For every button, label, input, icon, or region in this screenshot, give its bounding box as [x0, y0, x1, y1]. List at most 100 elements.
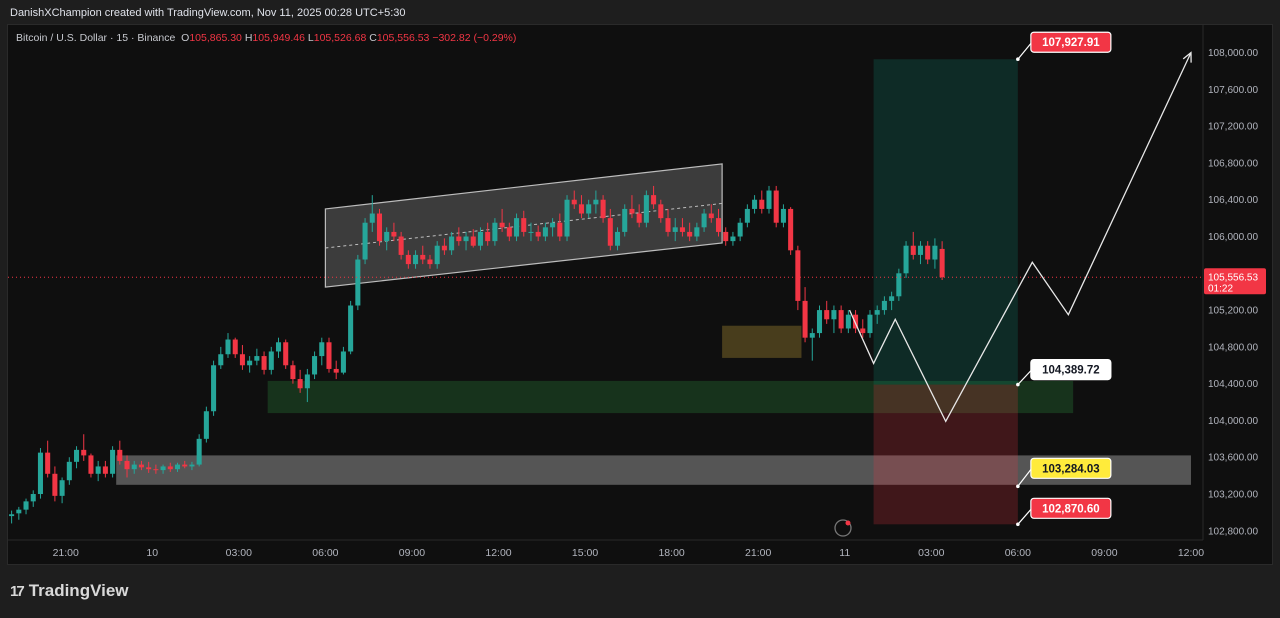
price-label-text: 107,927.91 [1042, 37, 1100, 49]
candle-body [110, 449, 116, 474]
price-label-connector [1017, 41, 1033, 60]
candle-body [658, 204, 664, 219]
candle-body [146, 467, 152, 470]
candle-body [470, 236, 476, 246]
candle-body [571, 199, 577, 205]
current-price-value: 105,556.53 [1208, 272, 1258, 283]
time-tick-label: 21:00 [745, 547, 771, 559]
candle-body [348, 305, 354, 352]
candle-body [102, 466, 108, 474]
candle-body [860, 328, 866, 334]
tradingview-brand[interactable]: 17 TradingView [10, 581, 129, 601]
candle-body [723, 231, 729, 242]
price-label-connector [1017, 507, 1033, 525]
candle-body [614, 231, 621, 246]
candle-body [124, 460, 130, 470]
candle-body [607, 218, 613, 246]
replay-alert-dot [845, 520, 851, 526]
candle-body [643, 195, 649, 223]
time-tick-label: 03:00 [226, 547, 252, 559]
current-price-countdown: 01:22 [1208, 283, 1233, 294]
candle-body [232, 339, 238, 355]
candle-body [874, 310, 880, 315]
time-tick-label: 10 [146, 547, 158, 559]
candle-body [514, 218, 520, 237]
candle-body [290, 365, 296, 380]
candle-body [189, 464, 195, 467]
time-tick-label: 03:00 [918, 547, 944, 559]
candle-body [196, 438, 202, 465]
price-label-text: 103,284.03 [1042, 463, 1100, 475]
price-tick-label: 102,800.00 [1208, 526, 1258, 537]
candle-body [167, 466, 173, 470]
price-tick-label: 107,200.00 [1208, 122, 1258, 133]
time-axis: 21:00 10 03:00 06:00 09:00 12:00 15:00 18:00 21:… [8, 539, 1204, 559]
candle-body [153, 469, 159, 471]
candle-body [254, 356, 260, 361]
candle-body [9, 514, 15, 517]
candle-body [355, 259, 361, 306]
candle-body [795, 250, 801, 301]
candle-body [37, 452, 43, 495]
price-tick-label: 105,200.00 [1208, 306, 1258, 317]
candle-body [788, 208, 794, 251]
candle-body [730, 236, 736, 242]
candle-body [88, 455, 94, 474]
candle-body [304, 374, 310, 389]
retest-box-brown [722, 325, 802, 358]
candle-body [384, 231, 390, 242]
price-label-text: 104,389.72 [1042, 365, 1100, 377]
price-tick-label: 104,800.00 [1208, 342, 1258, 353]
price-label-anchor [1016, 382, 1020, 387]
candle-body [600, 199, 606, 219]
candle-body [925, 245, 931, 260]
channel-bottom-highlight [325, 290, 332, 294]
candle-body [506, 227, 512, 237]
candle-body [52, 473, 58, 496]
price-labels-layer: 107,927.91 104,389.72 103,284.03 102,870.60 [1016, 31, 1112, 527]
candle-body [701, 213, 707, 228]
candle-body [903, 245, 909, 274]
candle-body [319, 342, 325, 357]
candle-body [917, 245, 924, 255]
candle-body [275, 342, 282, 352]
time-tick-label: 12:00 [1178, 547, 1204, 559]
candle-body [831, 310, 837, 320]
candle-body [405, 254, 411, 265]
candle-body [117, 449, 123, 461]
candle-body [66, 461, 72, 481]
candle-body [297, 379, 303, 389]
candle-body [239, 354, 245, 366]
price-chart[interactable]: 102,800.00 103,200.00 103,600.00 104,000.00… [0, 0, 1280, 618]
candle-body [182, 464, 188, 467]
candle-body [845, 314, 851, 329]
price-label-text: 102,870.60 [1042, 503, 1100, 515]
candle-body [211, 365, 217, 412]
candle-body [896, 273, 902, 297]
position-stop-area [873, 384, 1018, 525]
candle-body [766, 190, 772, 209]
price-label-anchor [1016, 522, 1020, 527]
candle-body [694, 227, 700, 237]
time-tick-label: 06:00 [1005, 547, 1031, 559]
candle-body [816, 310, 823, 334]
price-axis: 102,800.00 103,200.00 103,600.00 104,000.00… [1202, 25, 1266, 540]
candle-body [485, 231, 491, 242]
candle-body [586, 204, 592, 214]
candle-body [932, 245, 938, 260]
candle-body [780, 208, 786, 223]
close-value: 105,556.53 [376, 32, 430, 44]
candle-body [340, 351, 346, 373]
candle-body [174, 464, 181, 470]
price-tick-label: 106,000.00 [1208, 232, 1258, 243]
symbol-legend[interactable]: Bitcoin / U.S. Dollar · 15 · Binance O10… [16, 32, 516, 44]
candle-body [398, 236, 404, 255]
candle-body [427, 259, 433, 265]
candle-body [737, 222, 743, 237]
candle-body [528, 231, 534, 233]
price-tick-label: 103,600.00 [1208, 453, 1258, 464]
price-tick-label: 106,400.00 [1208, 195, 1258, 206]
candle-body [889, 296, 895, 301]
price-label-anchor [1016, 484, 1020, 489]
candle-body [30, 494, 36, 502]
